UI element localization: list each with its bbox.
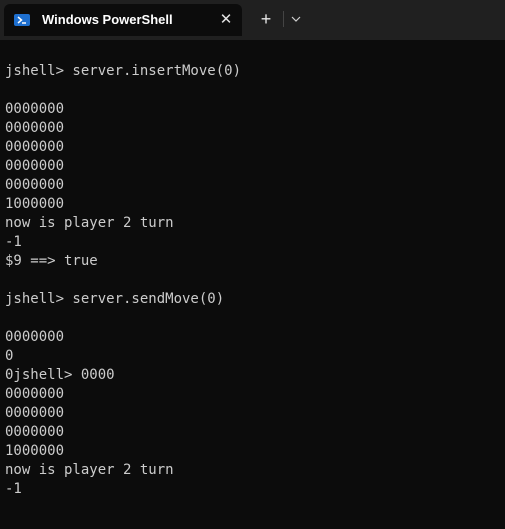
terminal-line: 1000000: [5, 196, 65, 212]
terminal-line: 0000000: [5, 405, 65, 421]
toolbar-divider: [283, 11, 284, 27]
terminal-line: 0000000: [5, 139, 65, 155]
tab-windows-powershell[interactable]: Windows PowerShell ✕: [4, 4, 242, 36]
terminal-line: 1000000: [5, 443, 65, 459]
terminal-line: 0000000: [5, 386, 65, 402]
terminal-line: 0: [5, 348, 14, 364]
powershell-icon: [14, 14, 30, 26]
chevron-down-icon[interactable]: [287, 9, 305, 29]
terminal-line: 0000000: [5, 101, 65, 117]
terminal-line: 0000000: [5, 424, 65, 440]
title-bar: Windows PowerShell ✕ +: [0, 0, 505, 40]
terminal-line: 0000000: [5, 120, 65, 136]
close-tab-icon[interactable]: ✕: [218, 12, 234, 28]
terminal-line: 0000000: [5, 329, 65, 345]
terminal-line: 0000000: [5, 177, 65, 193]
terminal-line: $9 ==> true: [5, 253, 98, 269]
terminal-line: jshell> server.sendMove(0): [5, 291, 225, 307]
terminal-line: now is player 2 turn: [5, 462, 174, 478]
terminal-line: now is player 2 turn: [5, 215, 174, 231]
terminal-line: 0000000: [5, 158, 65, 174]
terminal-line: jshell> server.insertMove(0): [5, 63, 242, 79]
terminal-output[interactable]: jshell> server.insertMove(0) 0000000 000…: [0, 40, 505, 529]
new-tab-icon[interactable]: +: [256, 9, 276, 29]
tab-title: Windows PowerShell: [42, 12, 173, 27]
terminal-line: -1: [5, 234, 22, 250]
terminal-line: 0jshell> 0000: [5, 367, 115, 383]
terminal-line: -1: [5, 481, 22, 497]
